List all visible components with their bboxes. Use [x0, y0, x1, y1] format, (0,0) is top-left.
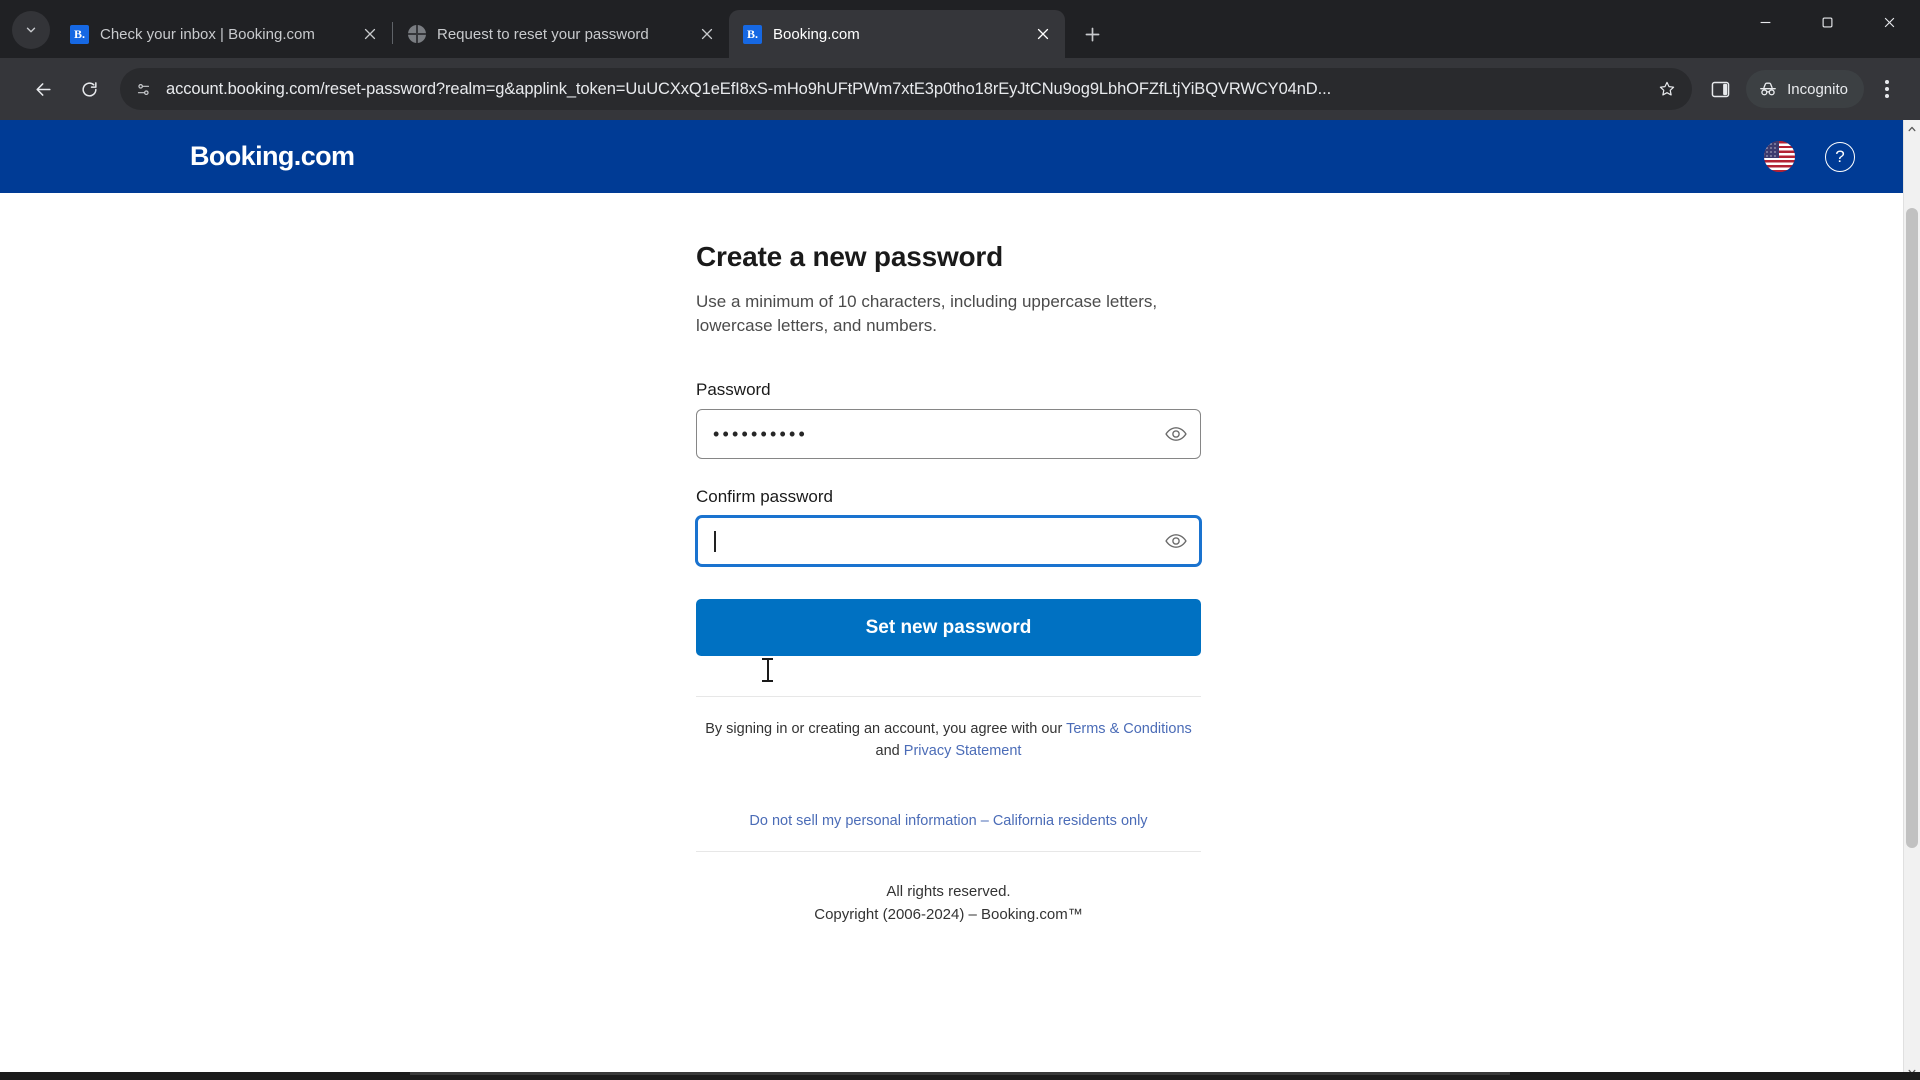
- help-button[interactable]: ?: [1825, 141, 1855, 172]
- minimize-icon: [1760, 21, 1770, 24]
- reload-button[interactable]: [68, 68, 110, 110]
- close-window-button[interactable]: [1858, 0, 1920, 45]
- address-bar[interactable]: account.booking.com/reset-password?realm…: [120, 68, 1693, 110]
- window-controls: [1734, 0, 1920, 45]
- ccpa-row: Do not sell my personal information – Ca…: [696, 813, 1201, 829]
- terms-conditions-link[interactable]: Terms & Conditions: [1066, 721, 1192, 737]
- text-caret: [714, 530, 716, 552]
- taskbar-strip: [0, 1072, 1920, 1080]
- password-input[interactable]: ••••••••••: [696, 409, 1201, 460]
- browser-tab-3[interactable]: B. Booking.com: [729, 10, 1065, 58]
- back-arrow-icon: [35, 82, 51, 96]
- password-form: Create a new password Use a minimum of 1…: [696, 241, 1201, 927]
- password-label: Password: [696, 380, 771, 400]
- legal-middle: and: [875, 743, 904, 759]
- site-body: Create a new password Use a minimum of 1…: [0, 193, 1903, 1080]
- site-header: Booking.com ?: [0, 120, 1903, 193]
- confirm-password-field-wrapper: [696, 516, 1201, 567]
- page-scrollbar[interactable]: [1903, 120, 1920, 1080]
- bookmark-button[interactable]: [1650, 72, 1684, 106]
- copyright-text: Copyright (2006-2024) – Booking.com™: [814, 906, 1083, 924]
- booking-logo[interactable]: Booking.com: [190, 141, 355, 172]
- tab-title: Request to reset your password: [437, 25, 649, 43]
- close-icon: [1884, 17, 1894, 28]
- close-icon: [1037, 28, 1049, 40]
- side-panel-icon: [1711, 81, 1729, 97]
- favicon-letter: B.: [743, 24, 762, 44]
- page-description: Use a minimum of 10 characters, includin…: [696, 292, 1158, 336]
- password-field-wrapper: ••••••••••: [696, 409, 1201, 460]
- browser-window: B. Check your inbox | Booking.com Reques…: [0, 0, 1920, 1080]
- eye-icon: [1165, 427, 1187, 442]
- do-not-sell-link[interactable]: Do not sell my personal information – Ca…: [749, 813, 1147, 829]
- scrollbar-thumb[interactable]: [1906, 208, 1918, 848]
- browser-menu-button[interactable]: [1868, 68, 1906, 110]
- tab-title: Check your inbox | Booking.com: [100, 25, 315, 43]
- toggle-confirm-password-visibility-button[interactable]: [1161, 526, 1191, 556]
- eye-icon: [1165, 534, 1187, 549]
- legal-divider: [696, 696, 1201, 698]
- confirm-password-input[interactable]: [696, 516, 1201, 567]
- legal-text: By signing in or creating an account, yo…: [696, 719, 1201, 763]
- password-masked-value: ••••••••••: [713, 424, 809, 445]
- incognito-icon: [1758, 79, 1778, 99]
- browser-tab-2[interactable]: Request to reset your password: [393, 10, 729, 58]
- maximize-button[interactable]: [1796, 0, 1858, 45]
- close-icon: [701, 28, 713, 40]
- incognito-indicator[interactable]: Incognito: [1746, 70, 1864, 108]
- back-button[interactable]: [22, 68, 64, 110]
- page-title: Create a new password: [696, 241, 1004, 272]
- booking-favicon: B.: [70, 24, 89, 44]
- privacy-statement-link[interactable]: Privacy Statement: [904, 743, 1022, 759]
- footer-divider: [696, 850, 1201, 852]
- site-settings-icon[interactable]: [126, 72, 160, 106]
- legal-prefix: By signing in or creating an account, yo…: [705, 721, 1067, 738]
- browser-tab-1[interactable]: B. Check your inbox | Booking.com: [56, 10, 392, 58]
- tab-close-button[interactable]: [695, 22, 719, 46]
- tab-close-button[interactable]: [1031, 22, 1055, 46]
- confirm-password-label: Confirm password: [696, 487, 833, 507]
- side-panel-button[interactable]: [1700, 69, 1740, 109]
- minimize-button[interactable]: [1734, 0, 1796, 45]
- new-tab-button[interactable]: [1075, 17, 1109, 51]
- maximize-icon: [1822, 17, 1832, 28]
- tune-icon: [137, 83, 149, 95]
- page-viewport: Booking.com ? Create a new password Use …: [0, 120, 1920, 1080]
- url-text: account.booking.com/reset-password?realm…: [166, 79, 1332, 98]
- chevron-down-icon: [26, 27, 36, 33]
- all-rights-reserved: All rights reserved.: [886, 882, 1011, 900]
- us-flag-icon[interactable]: [1764, 141, 1795, 172]
- chevron-up-icon: [1908, 126, 1916, 131]
- tab-close-button[interactable]: [358, 22, 382, 46]
- three-dot-menu-icon: [1885, 80, 1889, 98]
- tab-strip: B. Check your inbox | Booking.com Reques…: [0, 0, 1920, 58]
- tab-title: Booking.com: [773, 25, 860, 43]
- plus-icon: [1085, 27, 1099, 41]
- page-content: Booking.com ? Create a new password Use …: [0, 120, 1903, 1080]
- toggle-password-visibility-button[interactable]: [1161, 419, 1191, 449]
- copyright-block: All rights reserved. Copyright (2006-202…: [696, 880, 1201, 927]
- star-icon: [1659, 81, 1675, 96]
- reload-icon: [81, 81, 97, 97]
- set-new-password-button[interactable]: Set new password: [696, 599, 1201, 657]
- header-actions: ?: [1764, 141, 1877, 172]
- scroll-up-button[interactable]: [1904, 120, 1920, 137]
- close-icon: [364, 28, 376, 40]
- favicon-letter: B.: [70, 24, 89, 44]
- tab-search-button[interactable]: [12, 11, 50, 49]
- globe-favicon: [407, 25, 426, 44]
- booking-favicon: B.: [743, 24, 762, 44]
- browser-toolbar: account.booking.com/reset-password?realm…: [0, 58, 1920, 120]
- incognito-label: Incognito: [1787, 80, 1848, 98]
